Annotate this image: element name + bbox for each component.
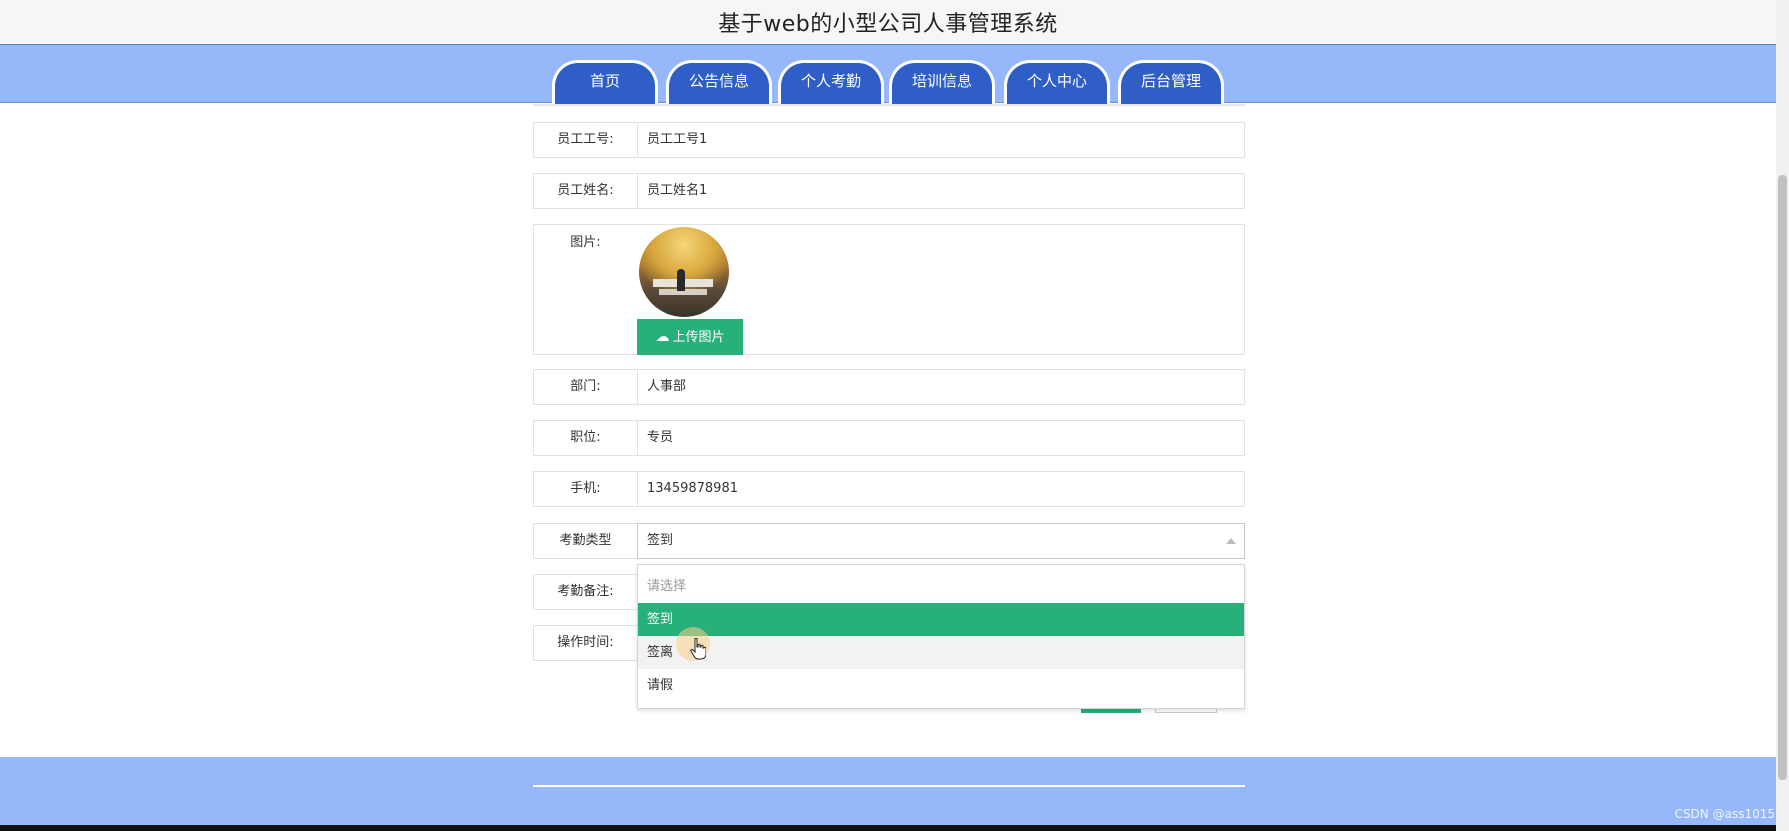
attendance-note-label: 考勤备注: — [557, 584, 614, 599]
scrollbar-thumb[interactable] — [1778, 175, 1787, 780]
image-row: 图片: ☁ 上传图片 — [533, 224, 1245, 355]
footer — [0, 757, 1776, 825]
employee-id-label: 员工工号: — [557, 132, 614, 147]
department-label: 部门: — [570, 379, 601, 394]
reset-button[interactable] — [1155, 709, 1217, 713]
employee-photo — [639, 227, 729, 317]
nav-tab-admin[interactable]: 后台管理 — [1118, 60, 1224, 104]
dropdown-option-sign-in[interactable]: 签到 — [638, 603, 1244, 636]
nav-bar: 首页 公告信息 个人考勤 培训信息 个人中心 后台管理 — [0, 45, 1776, 104]
bottom-strip — [0, 825, 1789, 831]
title-bar: 基于web的小型公司人事管理系统 — [0, 0, 1776, 45]
department-row: 部门: 人事部 — [533, 369, 1245, 405]
attendance-type-row: 考勤类型 签到 — [533, 523, 1245, 559]
position-field[interactable]: 专员 — [637, 421, 1244, 455]
phone-label: 手机: — [570, 481, 601, 496]
nav-tab-training[interactable]: 培训信息 — [889, 60, 995, 104]
attendance-type-dropdown: 请选择 签到 签离 请假 — [637, 564, 1245, 709]
operation-time-label: 操作时间: — [557, 635, 614, 650]
employee-id-row: 员工工号: 员工工号1 — [533, 122, 1245, 158]
nav-tab-home[interactable]: 首页 — [552, 60, 658, 104]
employee-name-label: 员工姓名: — [557, 183, 614, 198]
chevron-up-icon — [1226, 538, 1236, 544]
dropdown-option-leave[interactable]: 请假 — [638, 669, 1244, 702]
employee-name-field[interactable]: 员工姓名1 — [637, 174, 1244, 208]
employee-id-field[interactable]: 员工工号1 — [637, 123, 1244, 157]
attendance-type-value: 签到 — [647, 533, 674, 548]
dropdown-option-sign-out[interactable]: 签离 — [638, 636, 1244, 669]
submit-button[interactable] — [1081, 709, 1141, 713]
hand-cursor-icon — [690, 638, 706, 660]
form-top-divider — [533, 104, 1245, 106]
footer-divider — [533, 785, 1245, 787]
attendance-type-select[interactable]: 签到 — [637, 523, 1245, 559]
cloud-upload-icon: ☁ — [655, 329, 670, 345]
phone-row: 手机: 13459878981 — [533, 471, 1245, 507]
dropdown-placeholder[interactable]: 请选择 — [638, 570, 1244, 603]
phone-field[interactable]: 13459878981 — [637, 472, 1244, 506]
upload-image-button[interactable]: ☁ 上传图片 — [637, 319, 743, 355]
watermark: CSDN @ass1015 — [1674, 807, 1775, 821]
scrollbar[interactable] — [1776, 0, 1789, 831]
employee-name-row: 员工姓名: 员工姓名1 — [533, 173, 1245, 209]
nav-tab-personal-center[interactable]: 个人中心 — [1004, 60, 1110, 104]
nav-tab-announcements[interactable]: 公告信息 — [666, 60, 772, 104]
attendance-type-label: 考勤类型 — [559, 533, 612, 548]
site-title: 基于web的小型公司人事管理系统 — [718, 12, 1058, 37]
department-field[interactable]: 人事部 — [637, 370, 1244, 404]
position-label: 职位: — [570, 430, 601, 445]
upload-image-label: 上传图片 — [672, 330, 725, 345]
nav-tab-attendance[interactable]: 个人考勤 — [778, 60, 884, 104]
position-row: 职位: 专员 — [533, 420, 1245, 456]
image-label: 图片: — [570, 235, 601, 250]
